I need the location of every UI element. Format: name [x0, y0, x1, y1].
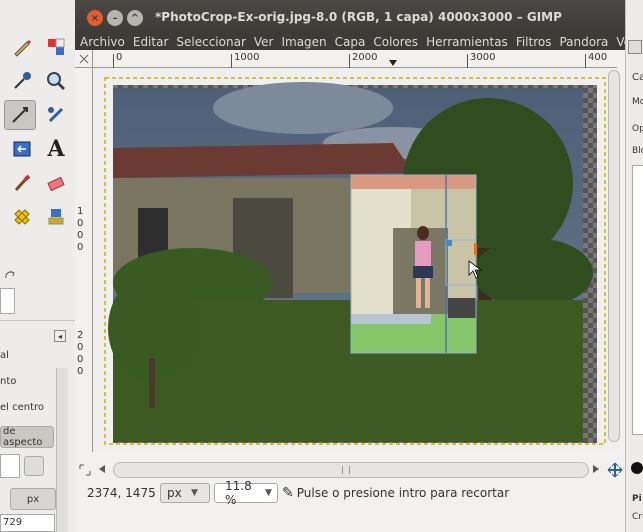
scroll-right-icon[interactable]: [593, 465, 599, 473]
status-message: Pulse o presione intro para recortar: [296, 486, 510, 500]
crop-selection-highlight: [351, 175, 476, 353]
pointer-coordinates: 2374, 1475: [87, 486, 156, 500]
chevron-down-icon: ▼: [191, 488, 198, 498]
aspect-ratio-button[interactable]: de aspecto: [0, 426, 54, 448]
image-window: × – ^ *PhotoCrop-Ex-orig.jpg-8.0 (RGB, 1…: [75, 0, 643, 532]
photo-canvas[interactable]: [93, 68, 617, 452]
navigate-corner-icon[interactable]: [79, 464, 91, 476]
crop-handle-marker: [474, 243, 477, 255]
ruler-digit: 0: [77, 218, 84, 229]
menu-bar: Archivo Editar Seleccionar Ver Imagen Ca…: [75, 34, 643, 50]
chain-lock-icon[interactable]: [24, 456, 44, 476]
ruler-digit: 1: [77, 206, 84, 217]
menu-editar[interactable]: Editar: [133, 35, 169, 49]
photo-image: [108, 82, 593, 442]
options-scrollbar[interactable]: [56, 368, 68, 532]
divider: [0, 320, 75, 321]
minimize-button[interactable]: –: [107, 10, 123, 26]
ruler-digit: 0: [77, 366, 84, 377]
dock-label: Pi: [632, 494, 642, 504]
ruler-digit: 0: [77, 230, 84, 241]
menu-pandora[interactable]: Pandora: [559, 35, 608, 49]
ruler-label: 3000: [470, 52, 496, 63]
crop-handle-corner[interactable]: [446, 240, 452, 246]
swap-colors-icon[interactable]: [4, 270, 18, 287]
tool-option-label-2: nto: [0, 376, 17, 387]
scroll-grip-icon: [342, 466, 350, 474]
eraser-icon[interactable]: [40, 168, 72, 198]
measure-tool-icon[interactable]: [40, 100, 72, 130]
layers-dock: Ca Mo Op Blo Pi Cri: [625, 0, 643, 532]
menu-seleccionar[interactable]: Seleccionar: [176, 35, 245, 49]
menu-colores[interactable]: Colores: [373, 35, 418, 49]
brush-preview-icon: [631, 462, 643, 474]
clone-stamp-icon[interactable]: [40, 202, 72, 232]
menu-ver[interactable]: Ver: [254, 35, 274, 49]
vertical-scrollbar[interactable]: [605, 68, 623, 452]
ruler-digit: 2: [77, 330, 84, 341]
crop-tool-icon[interactable]: [4, 100, 36, 130]
tool-option-label-3: el centro: [0, 402, 45, 413]
dock-label: Ca: [632, 72, 643, 83]
toolbox-panel: A ◂ al nto el centro de aspecto px 729: [0, 0, 75, 532]
ruler-label: 0: [116, 52, 123, 63]
dock-tab-icon[interactable]: [628, 40, 642, 54]
transform-tool-icon[interactable]: [40, 32, 72, 62]
title-bar: × – ^ *PhotoCrop-Ex-orig.jpg-8.0 (RGB, 1…: [75, 0, 625, 34]
panel-config-icon[interactable]: ◂: [54, 330, 66, 342]
unit-select[interactable]: px: [10, 488, 56, 510]
minimize-icon: –: [112, 12, 118, 24]
ruler-label: 400: [588, 52, 608, 63]
status-bar: 2374, 1475 px ▼ 11.8 % ▼ ✎ Pulse o presi…: [75, 479, 625, 507]
zoom-dropdown[interactable]: 11.8 % ▼: [214, 479, 278, 507]
canvas-area[interactable]: [93, 68, 617, 452]
foreground-color-swatch[interactable]: [0, 288, 15, 314]
menu-filtros[interactable]: Filtros: [516, 35, 552, 49]
ruler-digit: 0: [77, 354, 84, 365]
menu-archivo[interactable]: Archivo: [80, 35, 125, 49]
heal-tool-icon[interactable]: [6, 202, 38, 232]
pencil-tool-icon[interactable]: [6, 32, 38, 62]
window-title: *PhotoCrop-Ex-orig.jpg-8.0 (RGB, 1 capa)…: [155, 10, 562, 24]
text-tool-icon[interactable]: A: [40, 134, 72, 164]
ruler-label: 2000: [352, 52, 378, 63]
ruler-digit: 0: [77, 242, 84, 253]
ruler-digit: 0: [77, 342, 84, 353]
flip-tool-icon[interactable]: [6, 134, 38, 164]
horizontal-ruler[interactable]: 0 1000 2000 3000 400: [93, 50, 617, 68]
quick-mask-icon[interactable]: [75, 50, 93, 68]
unit-value: px: [167, 486, 182, 500]
maximize-icon: ^: [130, 12, 140, 24]
unit-dropdown[interactable]: px ▼: [160, 483, 210, 503]
vertical-ruler[interactable]: 1 0 0 0 2 0 0 0: [75, 68, 93, 452]
maximize-button[interactable]: ^: [127, 10, 143, 26]
menu-capa[interactable]: Capa: [335, 35, 366, 49]
scroll-left-icon[interactable]: [99, 465, 105, 473]
close-button[interactable]: ×: [87, 10, 103, 26]
dock-label: Mo: [632, 97, 643, 107]
chevron-down-icon: ▼: [265, 488, 272, 498]
dock-label: Op: [632, 124, 643, 134]
size-input[interactable]: [0, 454, 20, 478]
menu-herramientas[interactable]: Herramientas: [426, 35, 508, 49]
close-icon: ×: [90, 12, 100, 24]
paintbrush-icon[interactable]: [6, 168, 38, 198]
navigate-icon[interactable]: [607, 462, 623, 478]
pointer-marker-icon: [389, 60, 397, 66]
value-field[interactable]: 729: [0, 514, 55, 532]
dock-label: Blo: [632, 146, 643, 156]
zoom-icon[interactable]: [40, 66, 72, 96]
dock-label: Cri: [632, 512, 643, 522]
vertical-scroll-thumb[interactable]: [608, 70, 620, 442]
crop-status-icon: ✎: [282, 485, 294, 501]
zoom-value: 11.8 %: [225, 479, 252, 507]
ruler-label: 1000: [234, 52, 260, 63]
menu-imagen[interactable]: Imagen: [281, 35, 326, 49]
layers-list[interactable]: [632, 165, 643, 435]
tool-option-label-1: al: [0, 350, 9, 361]
color-picker-icon[interactable]: [6, 66, 38, 96]
horizontal-scrollbar[interactable]: [113, 462, 589, 478]
